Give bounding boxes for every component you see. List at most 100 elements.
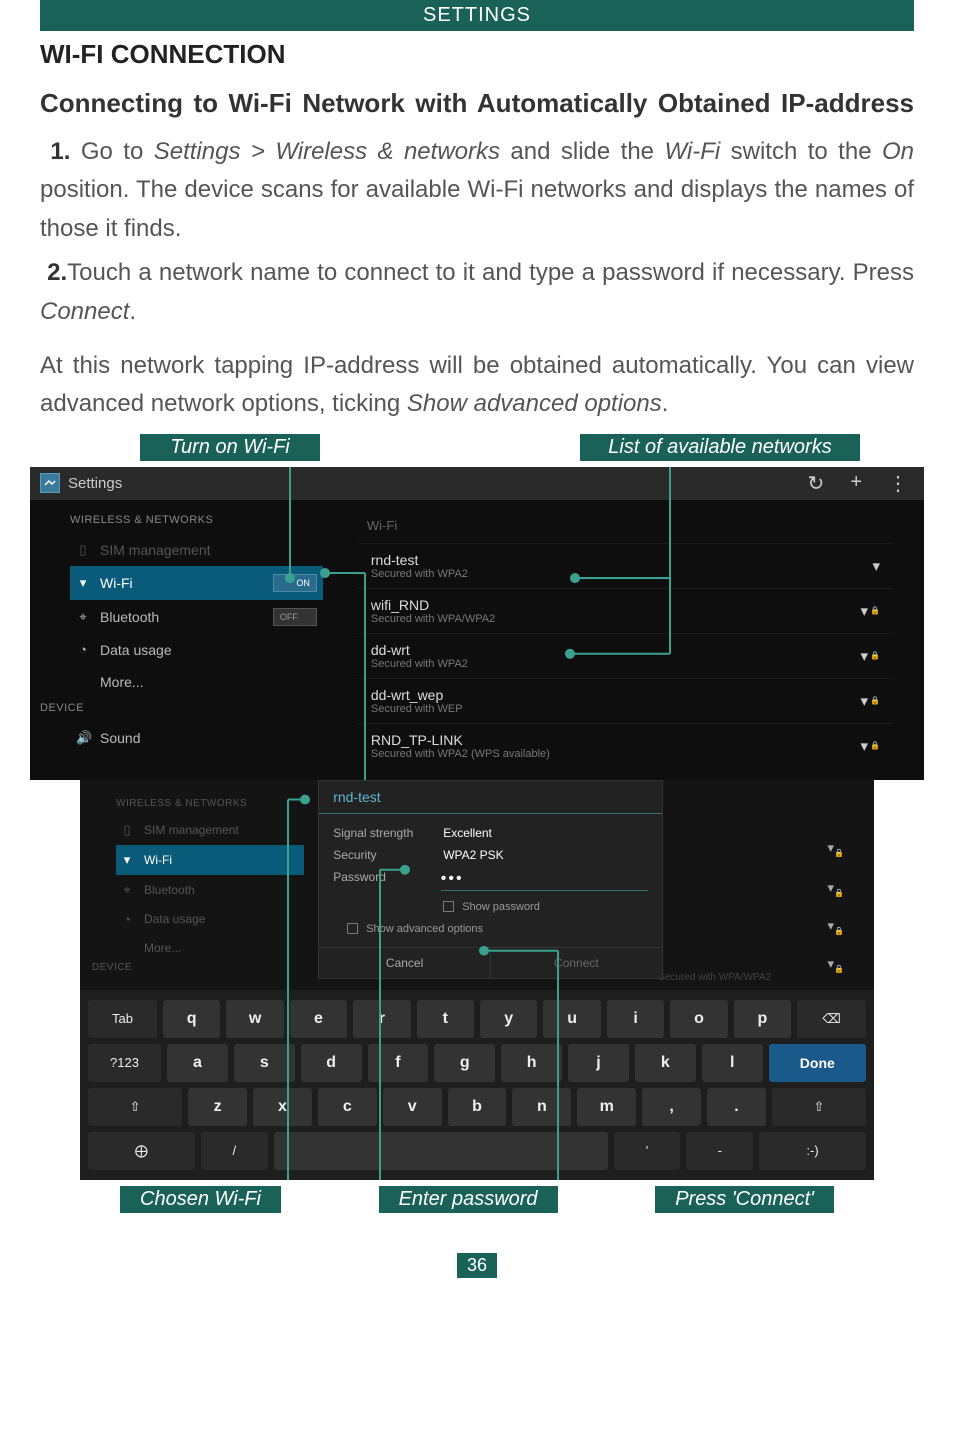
section-title: WI-FI CONNECTION — [40, 39, 914, 70]
key-o[interactable]: o — [670, 1000, 727, 1038]
data-usage-icon: ◔ — [76, 642, 90, 657]
settings-topbar: Settings ↻ + ⋮ — [30, 467, 924, 500]
key-i[interactable]: i — [607, 1000, 664, 1038]
add-icon[interactable]: + — [850, 471, 862, 496]
wifi-network-row[interactable]: dd-wrt_wep Secured with WEP ▾🔒 — [357, 678, 894, 723]
cancel-button[interactable]: Cancel — [319, 948, 491, 978]
key-f[interactable]: f — [368, 1044, 429, 1082]
screenshot-dialog: WIRELESS & NETWORKS ▯ SIM management ▾ W… — [80, 780, 874, 1180]
sidebar-item-sound[interactable]: 🔊 Sound — [70, 722, 323, 754]
key-dash[interactable]: - — [686, 1132, 753, 1170]
para2-c: . — [662, 390, 669, 417]
sidebar-item-wifi-2[interactable]: ▾ Wi-Fi — [116, 845, 304, 875]
step-1: 1. Go to Settings > Wireless & networks … — [40, 133, 914, 248]
para2-b: Show advanced options — [407, 390, 662, 417]
key-n[interactable]: n — [512, 1088, 571, 1126]
security-label: Security — [333, 848, 443, 862]
key-j[interactable]: j — [568, 1044, 629, 1082]
sidebar-sound-label: Sound — [100, 730, 140, 746]
sidebar-item-more-2[interactable]: More... — [116, 934, 304, 962]
key-p[interactable]: p — [734, 1000, 791, 1038]
key-apostrophe[interactable]: ' — [614, 1132, 681, 1170]
wifi-icon: ▾ — [120, 852, 134, 868]
sidebar-item-bluetooth[interactable]: ⌖ Bluetooth OFF — [70, 600, 323, 634]
key-e[interactable]: e — [290, 1000, 347, 1038]
wifi-security: Secured with WEP — [371, 703, 463, 715]
callout-list: List of available networks — [580, 434, 860, 461]
key-g[interactable]: g — [434, 1044, 495, 1082]
wifi-network-row[interactable]: rnd-test Secured with WPA2 ▾ — [357, 543, 894, 588]
wifi-name: dd-wrt — [371, 642, 468, 658]
key-w[interactable]: w — [226, 1000, 283, 1038]
key-s[interactable]: s — [234, 1044, 295, 1082]
callout-chosen-wifi: Chosen Wi-Fi — [120, 1186, 281, 1213]
key-q[interactable]: q — [163, 1000, 220, 1038]
wifi-network-row[interactable]: wifi_RND Secured with WPA/WPA2 ▾🔒 — [357, 588, 894, 633]
wifi-toggle[interactable]: ON — [273, 574, 317, 592]
key-k[interactable]: k — [635, 1044, 696, 1082]
wifi-signal-icon: ▾🔒 — [828, 956, 845, 974]
key-slash[interactable]: / — [201, 1132, 268, 1170]
sidebar-item-sim[interactable]: ▯ SIM management — [70, 534, 323, 566]
checkbox-icon[interactable] — [347, 923, 358, 934]
key-y[interactable]: y — [480, 1000, 537, 1038]
sound-icon: 🔊 — [76, 730, 90, 746]
show-password-row[interactable]: Show password — [333, 895, 648, 917]
key-x[interactable]: x — [253, 1088, 312, 1126]
sidebar-item-more[interactable]: More... — [70, 666, 323, 698]
key-t[interactable]: t — [417, 1000, 474, 1038]
sidebar-header-device-2: DEVICE — [92, 962, 304, 973]
key-comma[interactable]: , — [642, 1088, 701, 1126]
key-h[interactable]: h — [501, 1044, 562, 1082]
key-symbols[interactable]: ?123 — [88, 1044, 161, 1082]
signal-label: Signal strength — [333, 826, 443, 840]
settings-sidebar-2: WIRELESS & NETWORKS ▯ SIM management ▾ W… — [80, 780, 318, 990]
key-m[interactable]: m — [577, 1088, 636, 1126]
key-d[interactable]: d — [301, 1044, 362, 1082]
wifi-network-row[interactable]: dd-wrt Secured with WPA2 ▾🔒 — [357, 633, 894, 678]
wifi-network-row[interactable]: RND_TP-LINK Secured with WPA2 (WPS avail… — [357, 723, 894, 768]
key-shift-left[interactable]: ⇧ — [88, 1088, 182, 1126]
security-value: WPA2 PSK — [443, 848, 503, 862]
sidebar-item-data-usage[interactable]: ◔ Data usage — [70, 634, 323, 666]
sidebar-item-sim-2[interactable]: ▯ SIM management — [116, 815, 304, 845]
bluetooth-toggle[interactable]: OFF — [273, 608, 317, 626]
key-a[interactable]: a — [167, 1044, 228, 1082]
key-v[interactable]: v — [383, 1088, 442, 1126]
sidebar-item-data-usage-2[interactable]: ◔ Data usage — [116, 905, 304, 934]
step-1-num: 1. — [50, 138, 70, 165]
bluetooth-icon: ⌖ — [120, 882, 134, 898]
key-smiley[interactable]: :-) — [759, 1132, 866, 1170]
dialog-title: rnd-test — [319, 781, 662, 814]
key-c[interactable]: c — [318, 1088, 377, 1126]
checkbox-icon[interactable] — [443, 901, 454, 912]
signal-value: Excellent — [443, 826, 492, 840]
refresh-icon[interactable]: ↻ — [808, 471, 825, 496]
step-2-text-a: Touch a network name to connect to it an… — [67, 259, 914, 286]
overflow-menu-icon[interactable]: ⋮ — [888, 471, 908, 496]
key-language[interactable]: ⨁ — [88, 1132, 195, 1170]
key-u[interactable]: u — [543, 1000, 600, 1038]
key-shift-right[interactable]: ⇧ — [772, 1088, 866, 1126]
key-period[interactable]: . — [707, 1088, 766, 1126]
wifi-security: Secured with WPA/WPA2 — [371, 613, 495, 625]
key-b[interactable]: b — [448, 1088, 507, 1126]
sidebar-sim-label: SIM management — [144, 823, 239, 837]
key-r[interactable]: r — [353, 1000, 410, 1038]
password-input[interactable] — [441, 870, 648, 891]
key-space[interactable] — [274, 1132, 608, 1170]
key-l[interactable]: l — [702, 1044, 763, 1082]
key-tab[interactable]: Tab — [88, 1000, 157, 1038]
sidebar-item-wifi[interactable]: ▾ Wi-Fi ON — [70, 566, 323, 600]
settings-main-2: ▾🔒 ▾🔒 ▾🔒 ▾🔒 Secured with WPA/WPA2 rnd-te… — [318, 780, 874, 990]
security-row: Security WPA2 PSK — [333, 844, 648, 866]
wifi-signal-icon: ▾🔒 — [861, 692, 881, 710]
wifi-icon: ▾ — [76, 575, 90, 591]
show-advanced-row[interactable]: Show advanced options — [333, 917, 648, 939]
key-z[interactable]: z — [188, 1088, 247, 1126]
key-backspace[interactable]: ⌫ — [797, 1000, 866, 1038]
wifi-section-header: Wi-Fi — [357, 514, 894, 543]
connect-button[interactable]: Connect — [491, 948, 662, 978]
key-done[interactable]: Done — [769, 1044, 866, 1082]
sidebar-item-bluetooth-2[interactable]: ⌖ Bluetooth — [116, 875, 304, 905]
